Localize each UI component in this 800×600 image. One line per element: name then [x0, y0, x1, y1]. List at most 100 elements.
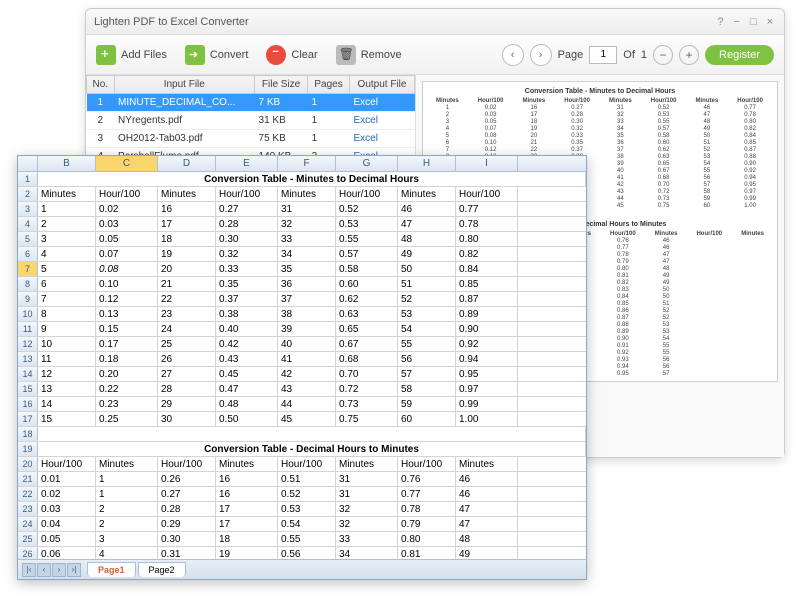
cell[interactable]: 0.54	[278, 517, 336, 531]
row-header[interactable]: 5	[18, 232, 38, 246]
cell[interactable]: 0.58	[336, 262, 398, 276]
cell[interactable]: 0.43	[216, 352, 278, 366]
row-header[interactable]: 6	[18, 247, 38, 261]
cell[interactable]: 0.73	[336, 397, 398, 411]
cell[interactable]: 0.92	[456, 337, 518, 351]
cell[interactable]: 11	[38, 352, 96, 366]
cell[interactable]: 41	[278, 352, 336, 366]
row-header[interactable]: 7	[18, 262, 38, 276]
row-header[interactable]: 3	[18, 202, 38, 216]
cell[interactable]: 0.70	[336, 367, 398, 381]
cell[interactable]: 8	[38, 307, 96, 321]
cell[interactable]: 0.82	[456, 247, 518, 261]
page-input[interactable]	[589, 46, 617, 64]
cell[interactable]: 0.01	[38, 472, 96, 486]
row-header[interactable]: 18	[18, 427, 38, 441]
clear-button[interactable]: Clear	[266, 45, 317, 65]
cell[interactable]: 46	[456, 487, 518, 501]
cell[interactable]: Hour/100	[336, 187, 398, 201]
cell[interactable]: 47	[398, 217, 456, 231]
cell[interactable]: 20	[158, 262, 216, 276]
cell[interactable]: 47	[456, 502, 518, 516]
cell[interactable]: 0.18	[96, 352, 158, 366]
cell[interactable]: 0.77	[398, 487, 456, 501]
cell[interactable]: Minutes	[278, 187, 336, 201]
cell[interactable]: 44	[278, 397, 336, 411]
row-header[interactable]: 22	[18, 487, 38, 501]
row-header[interactable]: 1	[18, 172, 38, 186]
cell[interactable]: 32	[278, 217, 336, 231]
cell[interactable]: 3	[96, 532, 158, 546]
cell[interactable]	[38, 427, 586, 441]
cell[interactable]: 0.87	[456, 292, 518, 306]
cell[interactable]: 46	[456, 472, 518, 486]
row-header[interactable]: 16	[18, 397, 38, 411]
cell[interactable]: 0.29	[158, 517, 216, 531]
row-header[interactable]: 8	[18, 277, 38, 291]
cell[interactable]: 28	[158, 382, 216, 396]
cell[interactable]: 21	[158, 277, 216, 291]
cell[interactable]: 0.67	[336, 337, 398, 351]
cell[interactable]: 0.35	[216, 277, 278, 291]
cell[interactable]: 0.30	[158, 532, 216, 546]
cell[interactable]: 0.57	[336, 247, 398, 261]
cell[interactable]: 18	[158, 232, 216, 246]
col-header[interactable]: E	[216, 156, 278, 171]
col-header[interactable]: C	[96, 156, 158, 171]
row-header[interactable]: 13	[18, 352, 38, 366]
cell[interactable]: 0.26	[158, 472, 216, 486]
cell[interactable]: 0.53	[278, 502, 336, 516]
cell[interactable]: 27	[158, 367, 216, 381]
cell[interactable]: 1	[96, 487, 158, 501]
cell[interactable]: 0.28	[158, 502, 216, 516]
cell[interactable]: 54	[398, 322, 456, 336]
cell[interactable]: 0.33	[216, 262, 278, 276]
cell[interactable]: Hour/100	[158, 457, 216, 471]
cell[interactable]: 0.22	[96, 382, 158, 396]
help-icon[interactable]: ?	[714, 16, 726, 28]
cell[interactable]: 0.78	[398, 502, 456, 516]
cell[interactable]: 0.55	[278, 532, 336, 546]
cell[interactable]: 0.25	[96, 412, 158, 426]
sheet-tab-page1[interactable]: Page1	[87, 562, 136, 577]
cell[interactable]: 0.53	[336, 217, 398, 231]
cell[interactable]: 43	[278, 382, 336, 396]
convert-button[interactable]: Convert	[185, 45, 249, 65]
cell[interactable]: 0.40	[216, 322, 278, 336]
cell[interactable]: 33	[336, 532, 398, 546]
cell[interactable]: 0.80	[398, 532, 456, 546]
cell[interactable]: Minutes	[456, 457, 518, 471]
cell[interactable]: 42	[278, 367, 336, 381]
cell[interactable]: 29	[158, 397, 216, 411]
zoom-in-button[interactable]: +	[679, 45, 699, 65]
cell[interactable]: 0.05	[96, 232, 158, 246]
cell[interactable]: 0.94	[456, 352, 518, 366]
cell[interactable]: 0.04	[38, 517, 96, 531]
cell[interactable]: 7	[38, 292, 96, 306]
row-header[interactable]: 25	[18, 532, 38, 546]
cell[interactable]: 0.05	[38, 532, 96, 546]
sheet-tab-page2[interactable]: Page2	[138, 562, 186, 577]
cell[interactable]: 17	[158, 217, 216, 231]
cell[interactable]: 10	[38, 337, 96, 351]
cell[interactable]: Minutes	[216, 457, 278, 471]
cell[interactable]: Minutes	[96, 457, 158, 471]
cell[interactable]: 16	[216, 472, 278, 486]
cell[interactable]: 31	[336, 472, 398, 486]
cell[interactable]: 45	[278, 412, 336, 426]
cell[interactable]: Conversion Table - Decimal Hours to Minu…	[38, 442, 586, 456]
cell[interactable]: 0.32	[216, 247, 278, 261]
cell[interactable]: 0.38	[216, 307, 278, 321]
cell[interactable]: 13	[38, 382, 96, 396]
cell[interactable]: 6	[38, 277, 96, 291]
tab-nav-first[interactable]: |‹	[22, 563, 36, 577]
cell[interactable]: 0.52	[336, 202, 398, 216]
file-row[interactable]: 1MINUTE_DECIMAL_CO...7 KB1Excel	[87, 94, 415, 112]
row-header[interactable]: 4	[18, 217, 38, 231]
cell[interactable]: Hour/100	[38, 457, 96, 471]
cell[interactable]: 0.37	[216, 292, 278, 306]
row-header[interactable]: 19	[18, 442, 38, 456]
col-no[interactable]: No.	[87, 76, 115, 94]
maximize-icon[interactable]: □	[747, 16, 760, 28]
cell[interactable]: 46	[398, 202, 456, 216]
